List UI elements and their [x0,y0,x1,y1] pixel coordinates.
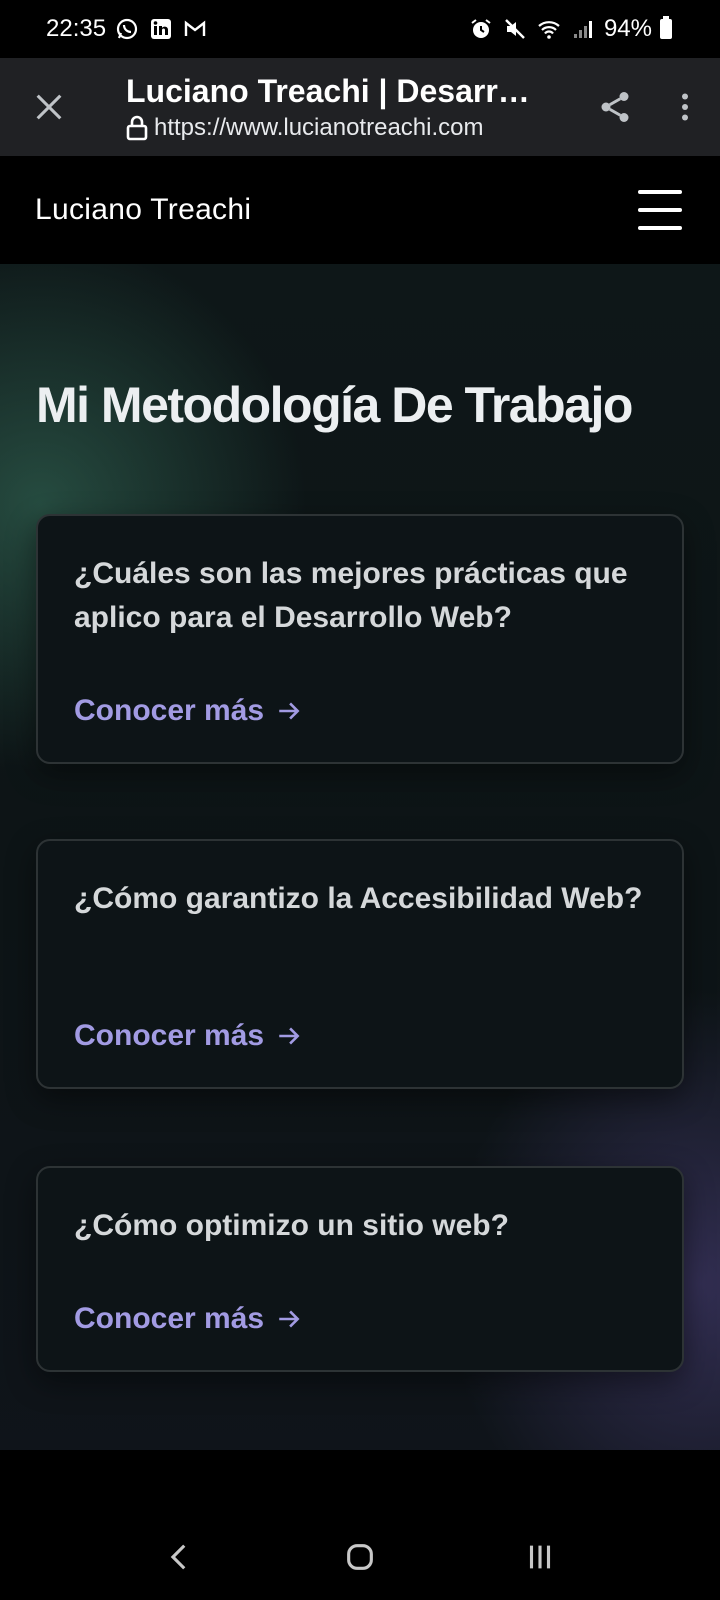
main-content: Mi Metodología De Trabajo ¿Cuáles son la… [0,264,720,1514]
section-divider [0,1450,720,1514]
site-header: Luciano Treachi [0,156,720,264]
gmail-icon [182,16,208,42]
site-brand[interactable]: Luciano Treachi [35,193,251,227]
home-button[interactable] [325,1522,395,1592]
menu-button[interactable] [638,190,682,230]
card-question: ¿Cómo optimizo un sitio web? [74,1209,509,1242]
recents-button[interactable] [505,1522,575,1592]
alarm-icon [468,16,494,42]
page-title-bar: Luciano Treachi | Desarrollador Web [126,72,546,109]
browser-toolbar: Luciano Treachi | Desarrollador Web http… [0,58,720,156]
more-vert-icon [682,93,688,121]
link-label: Conocer más [74,1302,265,1335]
status-bar: 22:35 94% [0,0,720,58]
card-question: ¿Cómo garantizo la Accesibilidad Web? [74,882,643,915]
home-icon [347,1544,373,1570]
url-bar: https://www.lucianotreachi.com [126,114,546,142]
link-label: Conocer más [74,1019,265,1052]
close-tab-button[interactable] [0,58,98,156]
share-button[interactable] [580,58,650,156]
close-icon [36,94,62,120]
back-icon [170,1544,186,1570]
status-time: 22:35 [46,15,107,42]
hamburger-icon-line [638,208,682,212]
battery-icon [660,16,672,39]
page-info[interactable]: Luciano Treachi | Desarrollador Web http… [98,73,580,142]
arrow-right-icon [279,702,300,720]
lock-icon [126,115,148,140]
battery-percent: 94% [603,15,652,42]
section-title: Mi Metodología De Trabajo [36,377,633,433]
status-right: 94% [468,15,672,43]
hamburger-icon-line [638,226,682,230]
methodology-card: ¿Cómo garantizo la Accesibilidad Web? Co… [36,839,684,1089]
learn-more-link[interactable]: Conocer más [74,1019,302,1053]
recents-icon [529,1545,551,1569]
learn-more-link[interactable]: Conocer más [74,694,302,728]
learn-more-link[interactable]: Conocer más [74,1302,302,1336]
linkedin-icon [148,16,174,42]
signal-icon [570,16,596,42]
methodology-card: ¿Cómo optimizo un sitio web? Conocer más [36,1166,684,1372]
whatsapp-icon [114,16,140,42]
url-text: https://www.lucianotreachi.com [154,113,484,141]
mute-icon [502,16,528,42]
more-options-button[interactable] [650,58,720,156]
link-label: Conocer más [74,694,265,727]
wifi-icon [536,16,562,42]
share-icon [601,92,629,122]
hamburger-icon [638,190,682,194]
arrow-right-icon [279,1027,300,1045]
back-button[interactable] [145,1522,215,1592]
methodology-card: ¿Cuáles son las mejores prácticas que ap… [36,514,684,764]
arrow-right-icon [279,1310,300,1328]
status-left: 22:35 [46,15,208,43]
system-nav-bar [0,1514,720,1600]
card-question: ¿Cuáles son las mejores prácticas que ap… [74,557,628,634]
